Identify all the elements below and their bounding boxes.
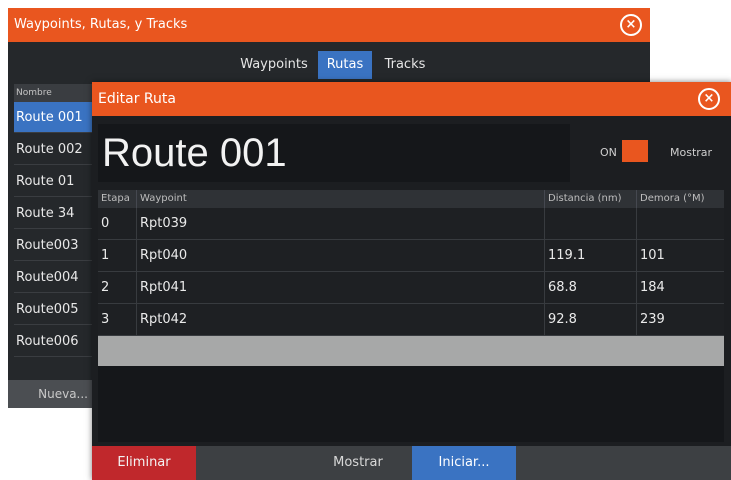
table-row[interactable]: 2 Rpt041 68.8 184 xyxy=(98,272,724,304)
route-list-item[interactable]: Route 002 xyxy=(14,134,94,165)
table-row[interactable]: 0 Rpt039 xyxy=(98,208,724,240)
back-window-title: Waypoints, Rutas, y Tracks xyxy=(14,17,188,32)
cell-distance: 92.8 xyxy=(544,304,636,336)
tab-rutas[interactable]: Rutas xyxy=(318,51,372,79)
cell-stage: 1 xyxy=(101,248,110,263)
column-header-stage: Etapa xyxy=(98,190,136,208)
delete-button[interactable]: Eliminar xyxy=(92,446,196,480)
show-toggle-label: Mostrar xyxy=(670,146,713,159)
route-list-item[interactable]: Route003 xyxy=(14,230,94,261)
table-row[interactable]: 3 Rpt042 92.8 239 xyxy=(98,304,724,336)
cell-distance: 68.8 xyxy=(544,272,636,304)
column-header-bearing: Demora (°M) xyxy=(636,190,724,208)
empty-selected-row[interactable] xyxy=(98,336,724,366)
column-header-waypoint: Waypoint xyxy=(136,190,544,208)
close-icon[interactable]: × xyxy=(698,88,720,110)
list-header-name: Nombre xyxy=(14,84,94,102)
cell-distance xyxy=(544,208,636,240)
route-list-item[interactable]: Route 01 xyxy=(14,166,94,197)
cell-stage: 0 xyxy=(101,216,110,231)
new-route-button[interactable]: Nueva... xyxy=(8,380,94,408)
route-list-item[interactable]: Route005 xyxy=(14,294,94,325)
dialog-footer: Eliminar Mostrar Iniciar... xyxy=(92,446,731,480)
cell-bearing: 184 xyxy=(636,272,724,304)
route-list-item[interactable]: Route006 xyxy=(14,326,94,357)
cell-stage: 3 xyxy=(101,312,110,327)
cell-waypoint: Rpt041 xyxy=(136,272,544,304)
start-button[interactable]: Iniciar... xyxy=(412,446,516,480)
tab-waypoints[interactable]: Waypoints xyxy=(232,51,316,79)
column-header-distance: Distancia (nm) xyxy=(544,190,636,208)
cell-bearing: 239 xyxy=(636,304,724,336)
cell-stage: 2 xyxy=(101,280,110,295)
cell-waypoint: Rpt040 xyxy=(136,240,544,272)
table-row[interactable]: 1 Rpt040 119.1 101 xyxy=(98,240,724,272)
edit-route-dialog: Editar Ruta × Route 001 ON Mostrar Etapa… xyxy=(92,82,731,480)
tab-tracks[interactable]: Tracks xyxy=(374,51,436,79)
routes-list: Nombre Route 001 Route 002 Route 01 Rout… xyxy=(14,84,94,384)
close-icon[interactable]: × xyxy=(620,14,642,36)
show-button[interactable]: Mostrar xyxy=(306,446,410,480)
route-list-item[interactable]: Route004 xyxy=(14,262,94,293)
route-legs-table: Etapa Waypoint Distancia (nm) Demora (°M… xyxy=(98,190,724,442)
cell-bearing xyxy=(636,208,724,240)
route-name-value: Route 001 xyxy=(102,131,287,175)
cell-waypoint: Rpt042 xyxy=(136,304,544,336)
back-window-title-bar: Waypoints, Rutas, y Tracks × xyxy=(8,8,650,42)
dialog-title-bar: Editar Ruta × xyxy=(92,82,731,116)
show-toggle[interactable] xyxy=(622,140,648,162)
cell-bearing: 101 xyxy=(636,240,724,272)
toggle-state-label: ON xyxy=(600,146,617,159)
route-list-item[interactable]: Route 34 xyxy=(14,198,94,229)
route-list-item[interactable]: Route 001 xyxy=(14,102,94,133)
cell-waypoint: Rpt039 xyxy=(136,208,544,240)
cell-distance: 119.1 xyxy=(544,240,636,272)
route-name-field[interactable]: Route 001 xyxy=(98,124,570,182)
dialog-title: Editar Ruta xyxy=(98,91,176,107)
